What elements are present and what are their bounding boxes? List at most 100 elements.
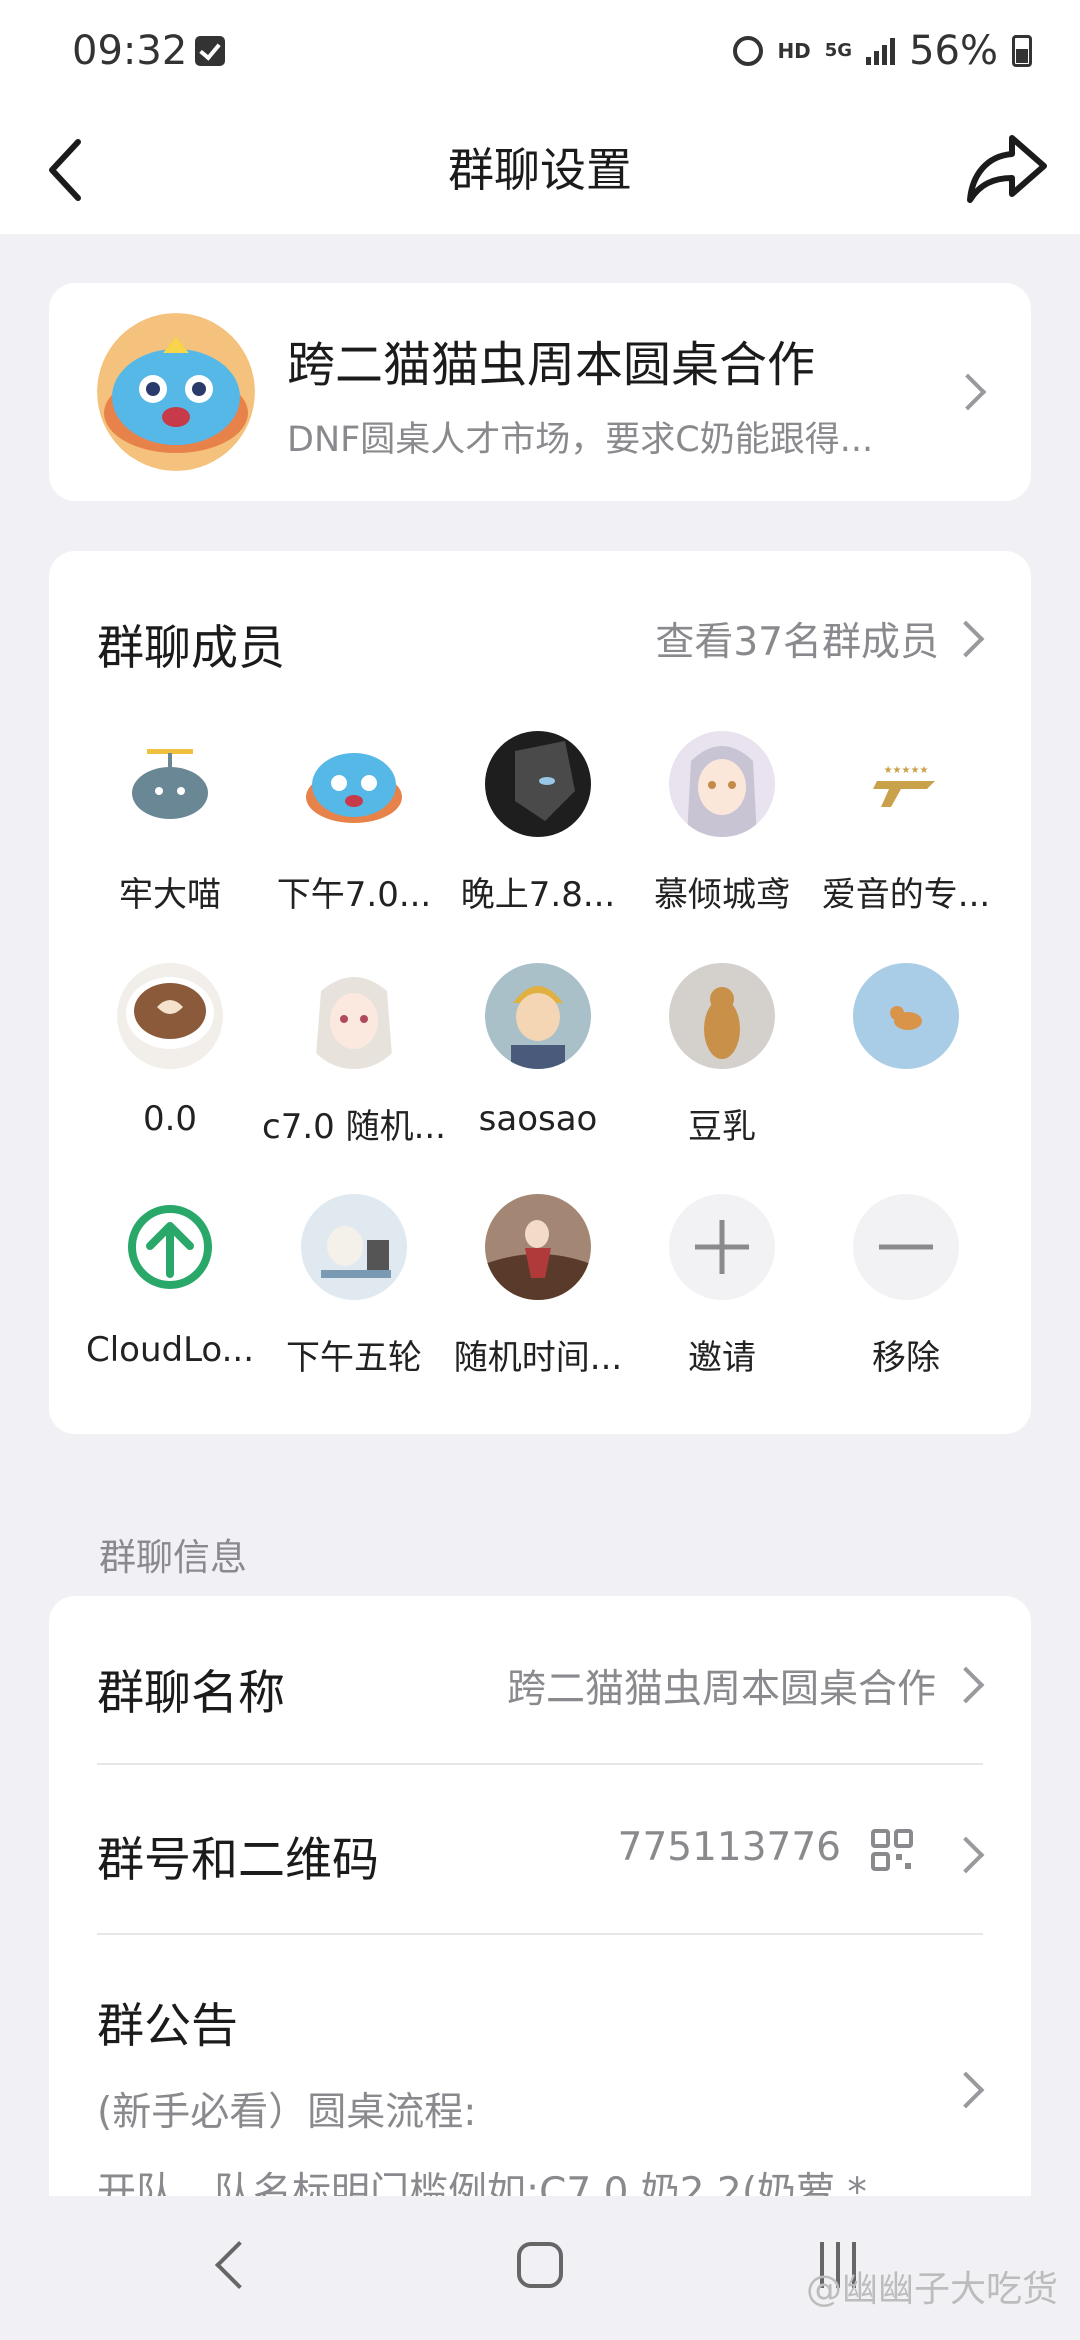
member-avatar <box>117 731 223 837</box>
member-avatar <box>301 963 407 1069</box>
member-name: 慕倾城鸢 <box>654 875 790 915</box>
group-notice-line: 开队，队名标明门槛例如:C7.0 奶2.2(奶萝 * <box>97 2170 867 2196</box>
chevron-right-icon <box>947 1666 985 1704</box>
system-navigation-bar: @幽幽子大吃货 <box>0 2196 1080 2340</box>
member-item[interactable]: 0.0 <box>78 963 262 1139</box>
top-app-bar: 群聊设置 <box>0 106 1080 234</box>
svg-text:★★★★★: ★★★★★ <box>884 765 929 776</box>
group-info-section-label: 群聊信息 <box>99 1536 247 1579</box>
remove-label: 移除 <box>872 1338 940 1378</box>
group-info-card: 群聊名称 跨二猫猫虫周本圆桌合作 群号和二维码 775113776 群公告 (新… <box>49 1596 1031 2196</box>
member-avatar <box>853 963 959 1069</box>
group-name-label: 群聊名称 <box>97 1666 285 1721</box>
chevron-right-icon <box>949 373 987 411</box>
dark-anime-avatar-icon <box>485 731 591 837</box>
member-item[interactable]: 慕倾城鸢 <box>630 731 814 916</box>
hd-indicator: HD <box>777 39 811 63</box>
group-profile-card[interactable]: 跨二猫猫虫周本圆桌合作 DNF圆桌人才市场，要求C奶能跟得... <box>49 283 1031 501</box>
cat-bug-avatar-icon <box>97 313 255 471</box>
share-icon[interactable] <box>962 124 1052 214</box>
nav-home-icon[interactable] <box>517 2242 563 2288</box>
helicopter-cat-avatar-icon <box>117 731 223 837</box>
member-name: c7.0 随机... <box>262 1107 446 1147</box>
cat-bug-avatar-icon <box>301 731 407 837</box>
member-item[interactable]: saosao <box>446 963 630 1139</box>
group-notice-line: (新手必看）圆桌流程: <box>97 2090 477 2135</box>
status-bar: 09:32 HD 5G 56% <box>0 0 1080 106</box>
member-name: 爱音的专... <box>821 875 991 915</box>
member-name: 牢大喵 <box>119 875 221 915</box>
watermark: @幽幽子大吃货 <box>805 2269 1058 2310</box>
member-name: CloudLo... <box>85 1330 255 1370</box>
checkbox-notification-icon <box>195 36 225 66</box>
remove-member-button[interactable]: 移除 <box>814 1194 998 1379</box>
team-logo-avatar-icon: ★★★★★ <box>853 731 959 837</box>
group-name: 跨二猫猫虫周本圆桌合作 <box>287 337 816 393</box>
goat-working-avatar-icon <box>301 1194 407 1300</box>
member-name: 0.0 <box>142 1099 198 1139</box>
member-avatar <box>669 963 775 1069</box>
member-item[interactable]: ★★★★★ 爱音的专... <box>814 731 998 916</box>
cartoon-man-avatar-icon <box>485 963 591 1069</box>
member-item[interactable]: CloudLo... <box>78 1194 262 1370</box>
status-icons: HD 5G 56% <box>733 28 1032 74</box>
member-avatar <box>301 731 407 837</box>
nav-back-icon[interactable] <box>214 2240 264 2290</box>
member-avatar <box>117 963 223 1069</box>
member-name: 下午五轮 <box>286 1338 422 1378</box>
group-number-value: 775113776 <box>617 1825 841 1870</box>
page-title: 群聊设置 <box>448 143 632 197</box>
signal-icon <box>866 37 896 65</box>
chevron-right-icon <box>947 2071 985 2109</box>
chevron-right-icon[interactable] <box>947 620 985 658</box>
member-item[interactable] <box>814 963 998 1099</box>
member-avatar <box>485 731 591 837</box>
group-description: DNF圆桌人才市场，要求C奶能跟得... <box>287 420 874 460</box>
view-all-members-link[interactable]: 查看37名群成员 <box>655 611 939 667</box>
member-name: 晚上7.8... <box>460 875 616 915</box>
group-name-row[interactable]: 群聊名称 跨二猫猫虫周本圆桌合作 <box>49 1596 1031 1763</box>
plus-icon <box>669 1194 775 1300</box>
invite-label: 邀请 <box>688 1338 756 1378</box>
members-title: 群聊成员 <box>97 621 285 676</box>
chevron-right-icon <box>947 1836 985 1874</box>
members-card: 群聊成员 查看37名群成员 牢大喵 下午7.0... 晚上7.8... 慕倾城鸢… <box>49 551 1031 1434</box>
cat-photo-avatar-icon <box>669 963 775 1069</box>
member-item[interactable]: 下午五轮 <box>262 1194 446 1379</box>
group-notice-label: 群公告 <box>97 1999 238 2054</box>
anime-girl-avatar-icon <box>669 731 775 837</box>
member-name: 豆乳 <box>688 1107 756 1147</box>
member-name: saosao <box>478 1099 598 1139</box>
member-item[interactable]: 晚上7.8... <box>446 731 630 916</box>
group-notice-row[interactable]: 群公告 (新手必看）圆桌流程: 开队，队名标明门槛例如:C7.0 奶2.2(奶萝… <box>49 1935 1031 2196</box>
coffee-cup-avatar-icon <box>117 963 223 1069</box>
member-avatar <box>669 731 775 837</box>
status-time: 09:32 <box>72 28 188 74</box>
5g-indicator: 5G <box>824 40 853 61</box>
member-name: 下午7.0... <box>276 875 432 915</box>
dog-avatar-icon <box>853 963 959 1069</box>
upload-arrow-icon <box>117 1194 223 1300</box>
member-item[interactable]: 牢大喵 <box>78 731 262 916</box>
member-avatar <box>117 1194 223 1300</box>
member-avatar <box>485 1194 591 1300</box>
group-name-value: 跨二猫猫虫周本圆桌合作 <box>506 1667 936 1712</box>
invite-member-button[interactable]: 邀请 <box>630 1194 814 1379</box>
member-item[interactable]: 豆乳 <box>630 963 814 1148</box>
member-item[interactable]: c7.0 随机... <box>262 963 446 1148</box>
group-number-label: 群号和二维码 <box>97 1833 379 1888</box>
group-avatar[interactable] <box>97 313 255 471</box>
member-avatar <box>485 963 591 1069</box>
member-item[interactable]: 下午7.0... <box>262 731 446 916</box>
member-avatar: ★★★★★ <box>853 731 959 837</box>
battery-percent: 56% <box>909 28 998 74</box>
member-name: 随机时间... <box>453 1338 623 1378</box>
qr-code-icon[interactable] <box>871 1829 913 1871</box>
member-item[interactable]: 随机时间... <box>446 1194 630 1379</box>
battery-icon <box>1012 35 1032 67</box>
white-hair-girl-avatar-icon <box>301 963 407 1069</box>
alarm-icon <box>733 36 764 66</box>
member-avatar <box>301 1194 407 1300</box>
minus-icon <box>853 1194 959 1300</box>
warrior-avatar-icon <box>485 1194 591 1300</box>
